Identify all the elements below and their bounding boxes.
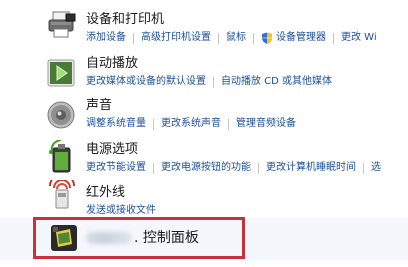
separator [153, 118, 154, 130]
printer-icon[interactable] [46, 10, 76, 40]
link-manage-audio-devices[interactable]: 管理音频设备 [236, 117, 296, 131]
section-links: 添加设备 高级打印机设置 鼠标 设备管理器 更改 Wi [86, 31, 377, 45]
section-links: 调整系统音量 更改系统声音 管理音频设备 [86, 117, 296, 131]
separator [258, 162, 259, 174]
separator [218, 32, 219, 44]
link-choose[interactable]: 选 [371, 161, 381, 175]
link-autoplay-cd[interactable]: 自动播放 CD 或其他媒体 [221, 75, 332, 89]
power-options-icon[interactable] [46, 140, 76, 174]
separator [133, 32, 134, 44]
separator [228, 118, 229, 130]
section-title[interactable]: 电源选项 [86, 142, 138, 158]
link-change-wi[interactable]: 更改 Wi [341, 31, 377, 45]
link-advanced-printer-settings[interactable]: 高级打印机设置 [141, 31, 211, 45]
separator [213, 76, 214, 88]
autoplay-icon[interactable] [46, 58, 76, 88]
link-change-sleep-time[interactable]: 更改计算机睡眠时间 [266, 161, 356, 175]
section-links: 发送或接收文件 [86, 204, 156, 218]
speaker-icon[interactable] [46, 100, 76, 130]
link-device-manager[interactable]: 设备管理器 [276, 31, 326, 45]
highlight-frame [33, 217, 245, 259]
separator [333, 32, 334, 44]
link-change-system-sounds[interactable]: 更改系统声音 [161, 117, 221, 131]
link-change-default-media-settings[interactable]: 更改媒体或设备的默认设置 [86, 75, 206, 89]
section-links: 更改媒体或设备的默认设置 自动播放 CD 或其他媒体 [86, 75, 332, 89]
link-send-receive-files[interactable]: 发送或接收文件 [86, 204, 156, 218]
section-links: 更改节能设置 更改电源按钮的功能 更改计算机睡眠时间 选 [86, 161, 381, 175]
section-title[interactable]: 设备和打印机 [86, 12, 164, 28]
link-mouse[interactable]: 鼠标 [226, 31, 246, 45]
link-adjust-system-volume[interactable]: 调整系统音量 [86, 117, 146, 131]
link-change-power-button[interactable]: 更改电源按钮的功能 [161, 161, 251, 175]
link-change-power-saving[interactable]: 更改节能设置 [86, 161, 146, 175]
separator [363, 162, 364, 174]
separator [153, 162, 154, 174]
separator [253, 32, 254, 44]
section-title[interactable]: 自动播放 [86, 56, 138, 72]
uac-shield-icon [262, 32, 272, 44]
section-title[interactable]: 红外线 [86, 185, 125, 201]
link-add-device[interactable]: 添加设备 [86, 31, 126, 45]
infrared-icon[interactable] [48, 180, 76, 210]
section-title[interactable]: 声音 [86, 98, 112, 114]
